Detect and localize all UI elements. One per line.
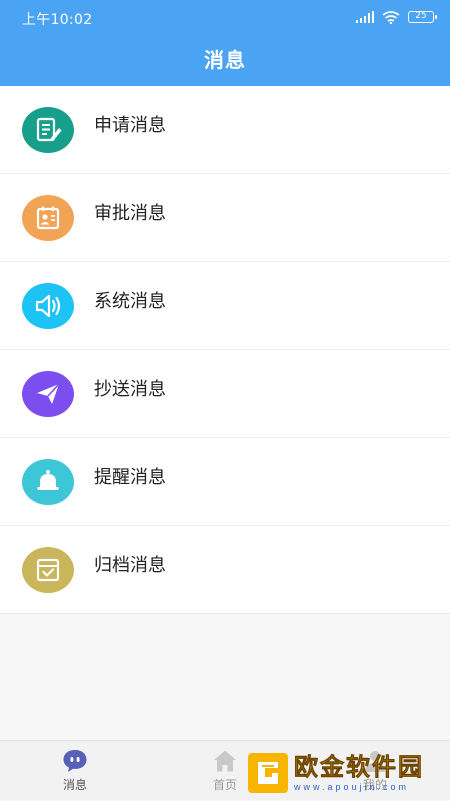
status-time: 上午10:02 xyxy=(22,12,93,28)
message-item-label: 归档消息 xyxy=(94,555,166,576)
page-title: 消息 xyxy=(204,48,246,72)
nav-tab-label: 我的 xyxy=(362,778,387,792)
nav-tab-home[interactable]: 首页 xyxy=(175,741,275,801)
document-edit-icon xyxy=(22,107,74,153)
message-category-list: 申请消息 审批消息 系统消息 抄送消息 提醒消息 归档消息 xyxy=(0,86,450,614)
battery-level: 25 xyxy=(415,11,427,21)
speaker-icon xyxy=(22,283,74,329)
status-bar: 上午10:02 25 xyxy=(0,0,450,34)
paper-plane-icon xyxy=(22,371,74,417)
nav-tab-messages[interactable]: 消息 xyxy=(25,741,125,801)
user-icon xyxy=(365,751,385,772)
message-item-approval[interactable]: 审批消息 xyxy=(0,174,450,262)
message-item-system[interactable]: 系统消息 xyxy=(0,262,450,350)
bottom-nav: 消息 首页 我的 xyxy=(0,740,450,800)
nav-tab-label: 消息 xyxy=(62,778,87,792)
message-item-apply[interactable]: 申请消息 xyxy=(0,86,450,174)
message-item-label: 申请消息 xyxy=(94,115,166,136)
message-item-label: 抄送消息 xyxy=(94,379,166,400)
message-item-label: 系统消息 xyxy=(94,291,166,312)
status-icons: 25 xyxy=(356,8,437,26)
nav-tab-profile[interactable]: 我的 xyxy=(325,741,425,801)
message-item-label: 审批消息 xyxy=(94,203,166,224)
home-icon xyxy=(214,750,236,772)
wifi-icon xyxy=(382,10,400,24)
signal-icon xyxy=(356,11,374,23)
message-item-reminder[interactable]: 提醒消息 xyxy=(0,438,450,526)
app-header: 上午10:02 25 消息 xyxy=(0,0,450,86)
message-item-archive[interactable]: 归档消息 xyxy=(0,526,450,614)
message-item-label: 提醒消息 xyxy=(94,467,166,488)
chat-bubble-icon xyxy=(63,750,87,772)
bell-icon xyxy=(22,459,74,505)
nav-tab-label: 首页 xyxy=(212,778,237,792)
battery-icon: 25 xyxy=(408,11,437,23)
archive-box-icon xyxy=(22,547,74,593)
id-card-icon xyxy=(22,195,74,241)
message-item-cc[interactable]: 抄送消息 xyxy=(0,350,450,438)
